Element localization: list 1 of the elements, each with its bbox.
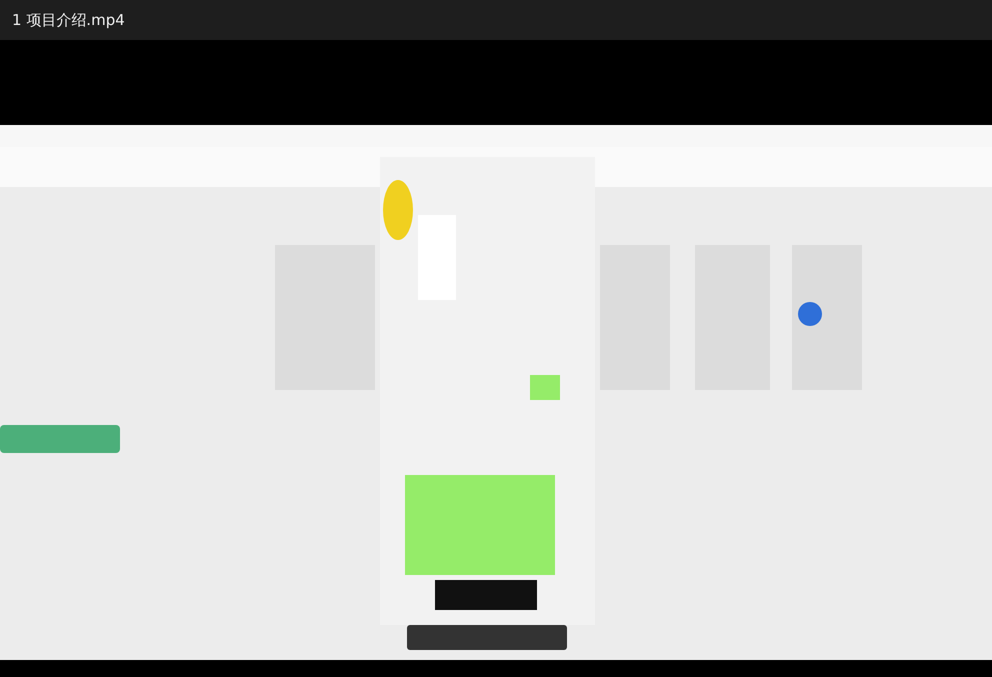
- window-title: 1 项目介绍.mp4: [12, 10, 125, 30]
